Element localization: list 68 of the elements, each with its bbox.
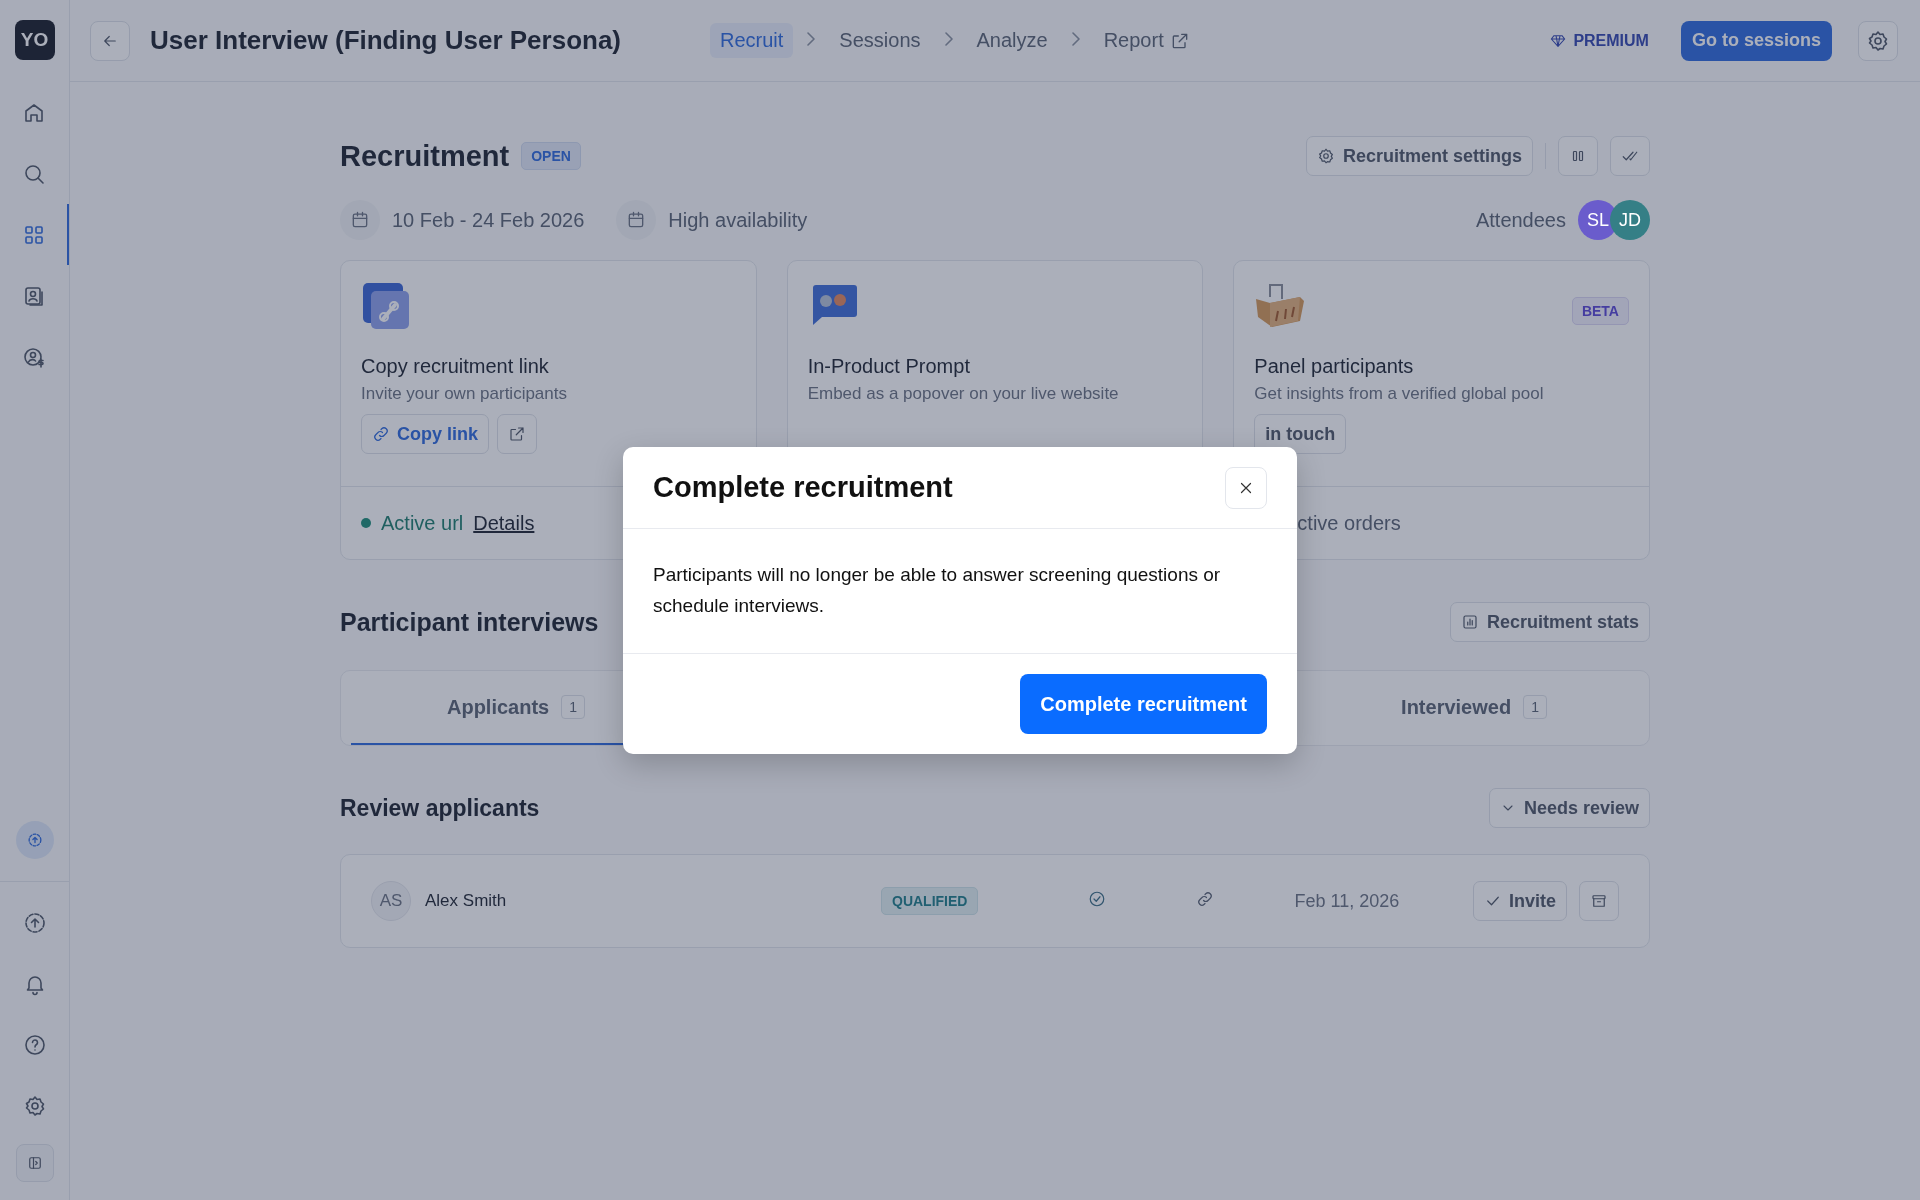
section-title: Recruitment xyxy=(340,139,510,173)
recruitment-stats-button[interactable]: Recruitment stats xyxy=(1449,602,1650,642)
complete-button[interactable] xyxy=(1610,136,1650,176)
help-icon xyxy=(22,1032,47,1057)
basket-icon xyxy=(1254,281,1307,329)
date-range: 10 Feb - 24 Feb 2026 xyxy=(392,208,585,232)
get-in-touch-button[interactable]: in touch xyxy=(1254,414,1347,454)
applicant-avatar: AS xyxy=(371,881,411,921)
link-icon xyxy=(372,425,390,443)
card-title: Panel participants xyxy=(1254,355,1415,378)
status-badge: OPEN xyxy=(521,142,581,170)
card-title: In-Product Prompt xyxy=(807,355,971,378)
attendees-label: Attendees xyxy=(1475,208,1566,232)
project-title: User Interview (Finding User Persona) xyxy=(150,25,622,56)
status-badge: QUALIFIED xyxy=(881,887,979,915)
beta-badge: BETA xyxy=(1571,297,1629,325)
step-tab[interactable]: Sessions xyxy=(829,23,931,58)
url-status: Active url xyxy=(381,511,464,535)
chevron-right-icon xyxy=(807,31,816,46)
premium-link[interactable]: PREMIUM xyxy=(1544,30,1655,51)
details-link[interactable]: Details xyxy=(473,511,535,535)
dialog-title: Complete recruitment xyxy=(653,471,953,504)
card-title: Copy recruitment link xyxy=(361,355,550,378)
go-to-sessions-button[interactable]: Go to sessions xyxy=(1680,20,1832,61)
availability-label: High availability xyxy=(668,208,808,232)
copy-link-button[interactable]: Copy link xyxy=(361,414,489,454)
section-title: Participant interviews xyxy=(340,607,599,637)
count-badge: 1 xyxy=(1523,695,1547,719)
app-logo[interactable]: YO xyxy=(14,20,55,60)
external-link-icon xyxy=(508,425,526,443)
recruitment-settings-button[interactable]: Recruitment settings xyxy=(1305,136,1533,176)
pause-button[interactable] xyxy=(1558,136,1598,176)
bar-chart-icon xyxy=(1460,613,1479,631)
step-tab[interactable]: Analyze xyxy=(966,23,1058,58)
link-icon xyxy=(1196,889,1215,908)
open-link-button[interactable] xyxy=(497,414,537,454)
dialog-message: Participants will no longer be able to answer screening questions or schedule interviews. xyxy=(623,529,1297,654)
orders-label: ctive orders xyxy=(1296,511,1401,535)
applicant-name: Alex Smith xyxy=(425,891,508,911)
gear-icon xyxy=(1316,147,1335,165)
count-badge: 1 xyxy=(561,695,585,719)
invite-button[interactable]: Invite xyxy=(1473,881,1567,921)
archive-button[interactable] xyxy=(1579,881,1619,921)
sidebar-toggle-button[interactable] xyxy=(15,1144,54,1182)
step-tab[interactable]: Recruit xyxy=(710,23,794,58)
sync-button[interactable] xyxy=(15,821,54,859)
close-button[interactable] xyxy=(1225,466,1267,509)
calendar-icon xyxy=(350,210,370,230)
applied-date: Feb 11, 2026 xyxy=(1294,890,1400,912)
chevron-right-icon xyxy=(1071,31,1080,46)
diamond-icon xyxy=(1550,32,1567,49)
upload-circle-icon xyxy=(22,910,47,935)
complete-recruitment-button[interactable]: Complete recruitment xyxy=(1020,674,1267,734)
section-title: Review applicants xyxy=(340,794,540,822)
status-dot xyxy=(361,518,371,528)
card-subtitle: Get insights from a verified global pool xyxy=(1254,384,1545,404)
step-tab[interactable]: Report xyxy=(1093,23,1200,58)
chevron-right-icon xyxy=(944,31,953,46)
interview-tab[interactable]: Interviewed 1 xyxy=(1309,671,1639,745)
back-button[interactable] xyxy=(90,20,130,61)
card-subtitle: Invite your own participants xyxy=(361,384,568,404)
card-subtitle: Embed as a popover on your live website xyxy=(807,384,1120,404)
filter-dropdown[interactable]: Needs review xyxy=(1488,788,1650,828)
attendee-avatar[interactable]: JD xyxy=(1610,200,1650,240)
check-circle-icon xyxy=(1088,889,1107,908)
settings-icon xyxy=(1866,28,1890,53)
settings-button[interactable] xyxy=(1858,20,1898,61)
archive-icon xyxy=(1590,892,1608,910)
